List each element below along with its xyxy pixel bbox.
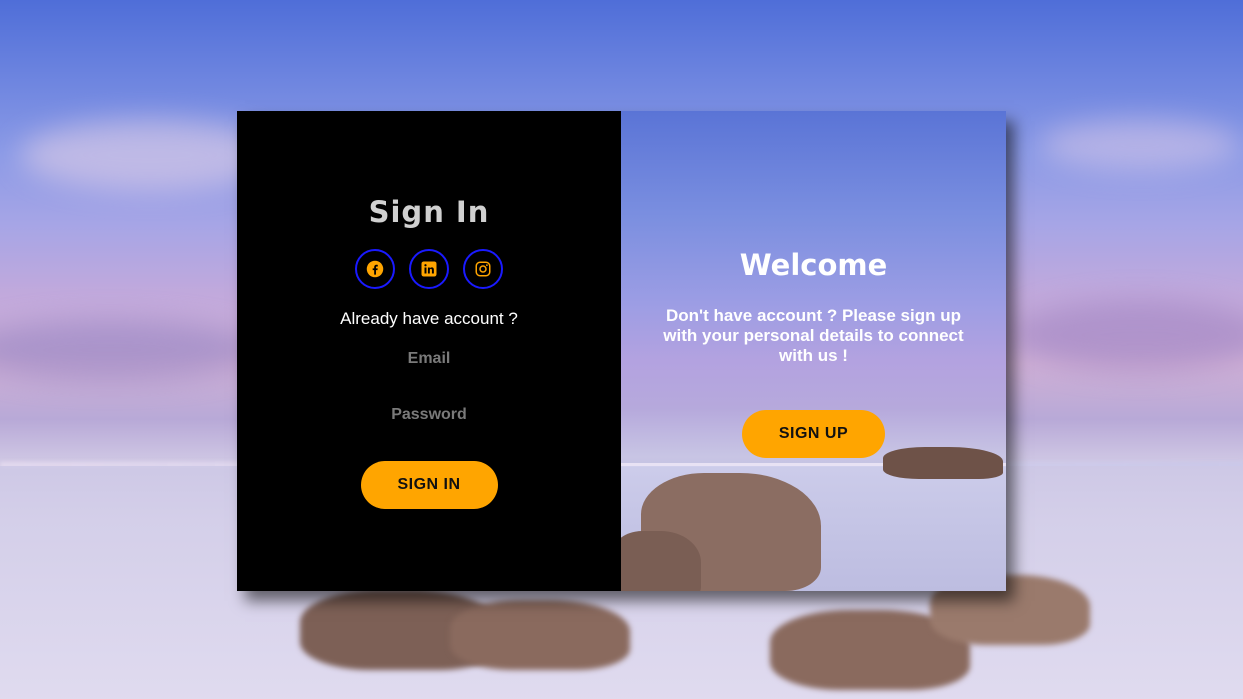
signup-panel: Welcome Don't have account ? Please sign… (621, 111, 1006, 591)
signup-description: Don't have account ? Please sign up with… (663, 306, 964, 365)
auth-card: Sign In Already have account ? Email SIG… (237, 111, 1006, 591)
panel-rock (883, 447, 1003, 479)
facebook-button[interactable] (355, 249, 395, 289)
facebook-icon (366, 260, 384, 278)
sign-up-button[interactable]: SIGN UP (742, 410, 885, 458)
sign-in-button[interactable]: SIGN IN (360, 461, 498, 509)
social-links (355, 249, 503, 289)
password-field[interactable] (319, 403, 539, 427)
instagram-icon (475, 261, 491, 277)
welcome-title: Welcome (739, 248, 888, 282)
signin-subtitle: Already have account ? (340, 309, 518, 328)
instagram-button[interactable] (463, 249, 503, 289)
signin-panel: Sign In Already have account ? Email SIG… (237, 111, 621, 591)
linkedin-button[interactable] (409, 249, 449, 289)
signin-title: Sign In (368, 195, 490, 229)
panel-rock (621, 531, 701, 591)
linkedin-icon (421, 261, 437, 277)
email-field[interactable] (319, 347, 539, 371)
